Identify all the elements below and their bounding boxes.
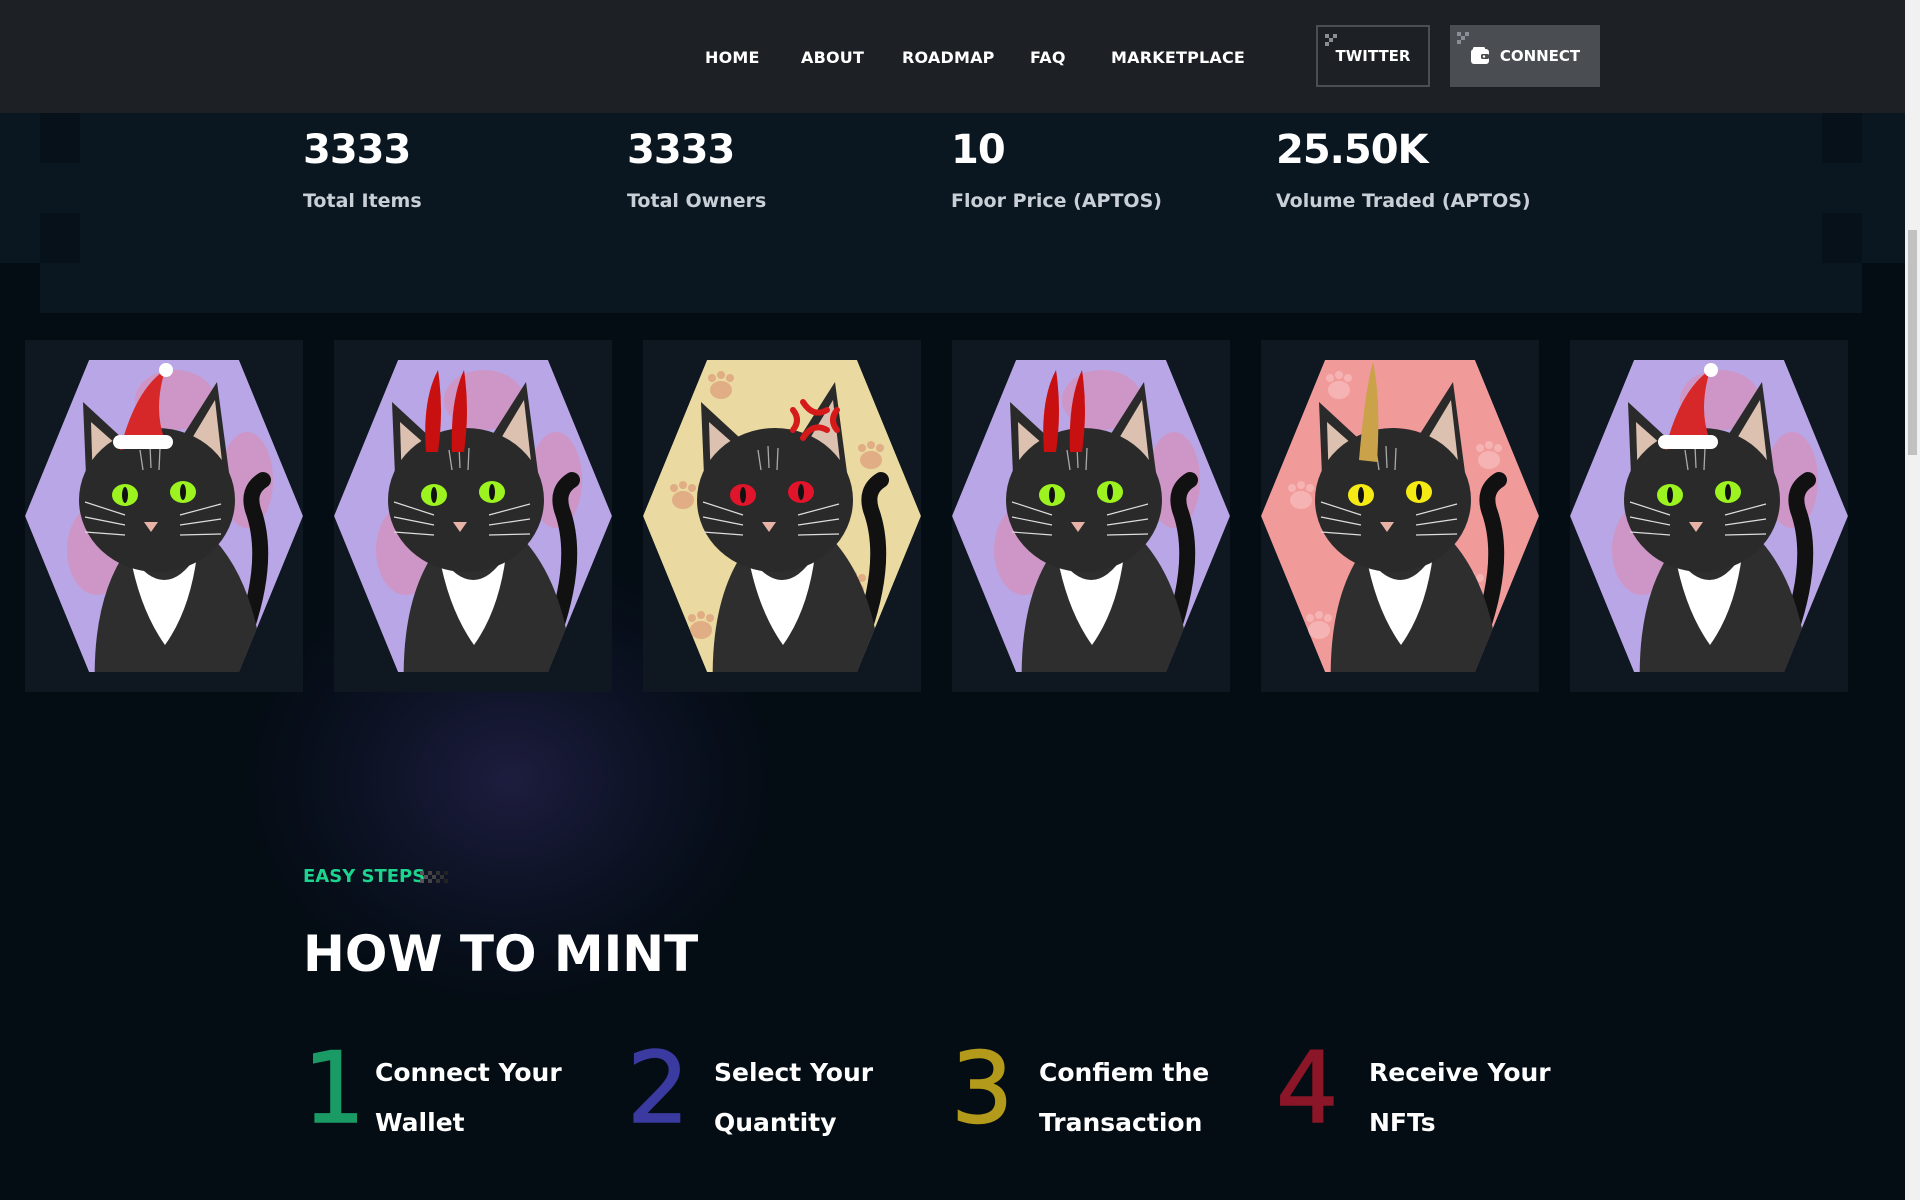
page-scrollbar[interactable] [1905,0,1920,1200]
stat-volume-traded: 25.50K Volume Traded (APTOS) [1276,130,1531,212]
cat-artwork [1261,360,1539,672]
nav-marketplace[interactable]: MARKETPLACE [1111,48,1245,67]
nft-card[interactable] [1261,340,1539,692]
nav-home[interactable]: HOME [705,48,760,67]
step-text-line: Confiem the [1039,1058,1210,1087]
cat-artwork [643,360,921,672]
stat-label: Total Owners [627,190,767,212]
pixel-dots-icon [420,871,452,885]
connect-button-label: CONNECT [1499,47,1581,65]
stat-total-items: 3333 Total Items [303,130,422,212]
connect-wallet-button[interactable]: CONNECT [1450,25,1600,87]
step-text: Receive Your NFTs [1369,1048,1569,1148]
section-eyebrow: EASY STEPS [303,866,426,887]
pixel-decoration [1822,213,1862,263]
step-text-line: Receive Your [1369,1058,1551,1087]
cat-head [1624,428,1780,572]
paw-print-icon [1306,611,1332,639]
step-text-line: Wallet [375,1108,465,1137]
wallet-icon [1470,47,1489,64]
step-text-line: Quantity [714,1108,837,1137]
pixel-decoration [40,213,80,263]
scrollbar-thumb[interactable] [1908,230,1917,455]
stat-value: 10 [951,127,1006,173]
step-text-line: NFTs [1369,1108,1436,1137]
nav-roadmap[interactable]: ROADMAP [902,48,995,67]
nft-card[interactable] [334,340,612,692]
pixel-corner-icon [1457,32,1471,46]
stat-value: 3333 [303,127,411,173]
nft-card[interactable] [952,340,1230,692]
site-header: HOME ABOUT ROADMAP FAQ MARKETPLACE TWITT… [0,0,1905,113]
pixel-corner-icon [1325,34,1339,48]
step-text-line: Transaction [1039,1108,1203,1137]
step-text-line: Select Your [714,1058,874,1087]
cat-head [1006,428,1162,572]
paw-print-icon [708,371,734,399]
stat-value: 3333 [627,127,735,173]
twitter-button-label: TWITTER [1335,47,1411,65]
step-number: 1 [302,1032,366,1146]
stat-label: Total Items [303,190,422,212]
paw-print-icon [670,481,696,509]
stat-floor-price: 10 Floor Price (APTOS) [951,130,1162,212]
stat-total-owners: 3333 Total Owners [627,130,766,212]
nft-card[interactable] [1570,340,1848,692]
pixel-decoration [1822,113,1862,163]
nft-card[interactable] [25,340,303,692]
cat-head [1315,428,1471,572]
paw-print-icon [1326,371,1352,399]
stat-label: Floor Price (APTOS) [951,190,1162,212]
pixel-decoration [40,113,80,163]
step-text: Confiem the Transaction [1039,1048,1239,1148]
cat-head [79,428,235,572]
paw-print-icon [1476,441,1502,469]
step-number: 3 [950,1032,1014,1146]
paw-print-icon [1288,481,1314,509]
twitter-button[interactable]: TWITTER [1316,25,1430,87]
cat-artwork [25,360,303,672]
cat-artwork [334,360,612,672]
step-text: Connect Your Wallet [375,1048,575,1148]
stat-value: 25.50K [1276,127,1429,173]
cat-artwork [952,360,1230,672]
cat-head [697,428,853,572]
nav-faq[interactable]: FAQ [1030,48,1066,67]
cat-head [388,428,544,572]
nft-card[interactable] [643,340,921,692]
step-text-line: Connect Your [375,1058,562,1087]
step-number: 2 [626,1032,690,1146]
paw-print-icon [858,441,884,469]
nav-about[interactable]: ABOUT [801,48,864,67]
step-text: Select Your Quantity [714,1048,914,1148]
step-number: 4 [1275,1032,1339,1146]
paw-print-icon [688,611,714,639]
cat-artwork [1570,360,1848,672]
stat-label: Volume Traded (APTOS) [1276,190,1531,212]
section-title: HOW TO MINT [303,925,699,983]
